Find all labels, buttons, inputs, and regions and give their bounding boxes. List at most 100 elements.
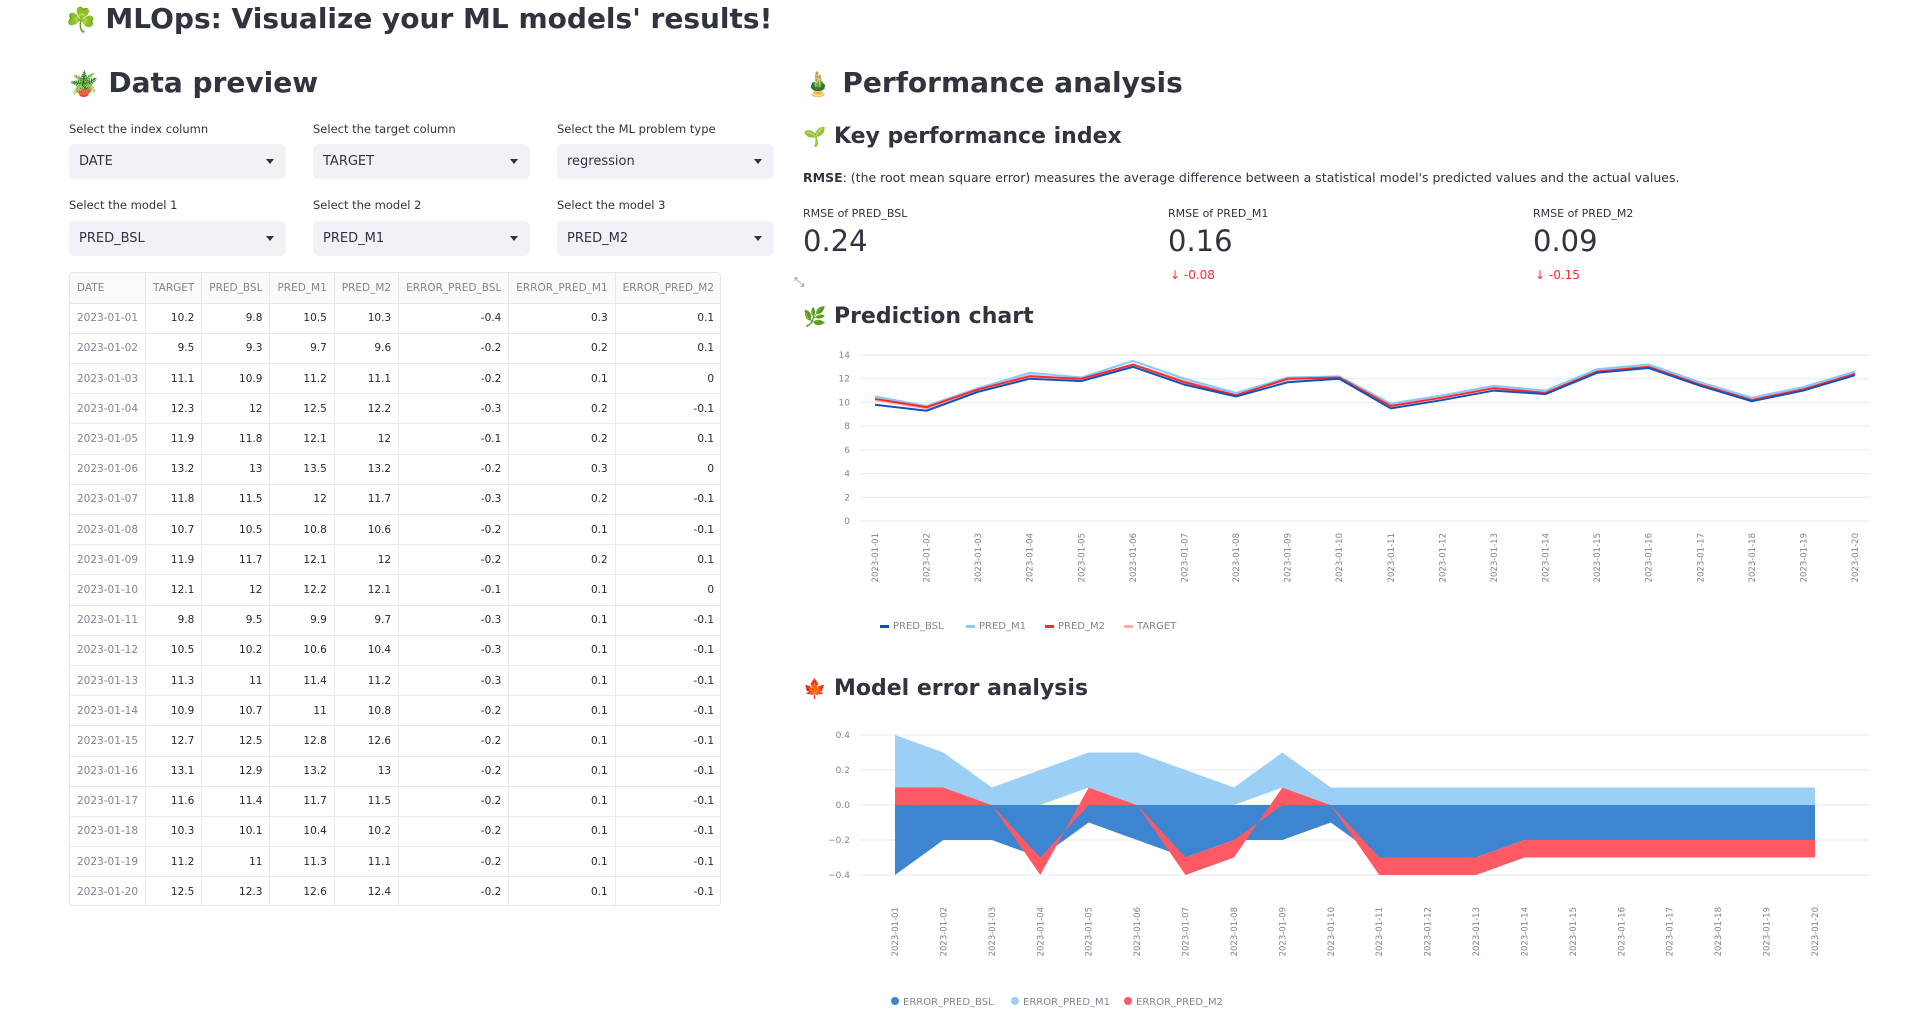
model-2-select[interactable]: PRED_M1 — [313, 221, 530, 256]
legend-label: ERROR_PRED_BSL — [903, 997, 994, 1008]
data-preview-heading-text: Data preview — [108, 66, 319, 99]
table-cell: 13.2 — [145, 454, 203, 485]
x-tick-label: 2023-01-03 — [974, 533, 984, 582]
table-cell: 12 — [201, 574, 271, 606]
table-cell: 13 — [201, 454, 271, 485]
table-cell: 10.7 — [145, 514, 203, 546]
row-index-cell: 2023-01-11 — [70, 605, 147, 636]
performance-heading-text: Performance analysis — [842, 66, 1183, 99]
table-body: 2023-01-01 10.2 9.8 10.5 10.3 -0.4 0.3 0.1 2023-… — [70, 303, 720, 905]
performance-heading: 🎍 Performance analysis — [803, 66, 1183, 99]
y-tick-label: 0.2 — [836, 766, 850, 776]
row-index-cell: 2023-01-08 — [70, 514, 147, 546]
y-tick-label: 2 — [844, 493, 850, 503]
model-1-select[interactable]: PRED_BSL — [69, 221, 286, 256]
table-cell: 12.5 — [269, 393, 335, 425]
x-tick-label: 2023-01-18 — [1714, 907, 1724, 956]
row-index-cell: 2023-01-10 — [70, 574, 147, 606]
problem-type-value: regression — [567, 154, 635, 169]
table-cell: -0.1 — [398, 423, 510, 455]
column-header[interactable]: DATE — [70, 273, 147, 304]
target-column-select[interactable]: TARGET — [313, 144, 530, 179]
table-cell: -0.1 — [615, 484, 720, 516]
arrow-down-icon: ↓ — [1170, 268, 1181, 282]
metric-label-bsl: RMSE of PRED_BSL — [803, 207, 908, 220]
x-tick-label: 2023-01-15 — [1593, 533, 1603, 582]
kpi-desc-text: : (the root mean square error) measures … — [842, 170, 1680, 185]
table-cell: 11.2 — [145, 846, 203, 878]
data-table[interactable]: DATE TARGET PRED_BSL PRED_M1 PRED_M2 ERROR_PR… — [69, 272, 721, 906]
column-header[interactable]: PRED_M1 — [269, 273, 335, 304]
table-cell: -0.3 — [398, 605, 510, 636]
table-cell: 0 — [615, 363, 720, 395]
x-tick-label: 2023-01-03 — [988, 907, 998, 956]
x-tick-label: 2023-01-09 — [1278, 907, 1288, 956]
x-tick-label: 2023-01-15 — [1569, 907, 1579, 956]
table-cell: 11 — [201, 846, 271, 878]
expand-icon[interactable]: ⤡ — [794, 275, 804, 290]
prediction-chart[interactable]: 0 2 4 6 8 10 12 14 2023-01-01 2023-01-02 2023-01-0… — [790, 345, 1890, 645]
table-cell: 11.8 — [201, 423, 271, 455]
table-cell: -0.1 — [615, 725, 720, 757]
row-index-cell: 2023-01-05 — [70, 423, 147, 455]
table-cell: 11.7 — [201, 544, 271, 576]
table-cell: 0.1 — [508, 514, 616, 546]
legend-label: ERROR_PRED_M1 — [1023, 997, 1110, 1008]
column-header[interactable]: ERROR_PRED_BSL — [398, 273, 510, 304]
legend-dot — [891, 997, 899, 1005]
legend-swatch — [1045, 625, 1054, 628]
table-cell: 11.5 — [334, 786, 400, 817]
table-cell: 11.4 — [269, 665, 335, 697]
column-header[interactable]: TARGET — [145, 273, 203, 304]
table-cell: 11.5 — [201, 484, 271, 516]
maple-leaf-icon: 🍁 — [803, 679, 827, 700]
problem-type-select[interactable]: regression — [557, 144, 774, 179]
table-row: 2023-01-10 12.1 12 12.2 12.1 -0.1 0.1 0 — [70, 574, 720, 606]
table-row: 2023-01-13 11.3 11 11.4 11.2 -0.3 0.1 -0.1 — [70, 665, 720, 697]
table-cell: 10.2 — [334, 816, 400, 848]
table-cell: -0.3 — [398, 635, 510, 666]
table-cell: 11.1 — [334, 846, 400, 878]
table-cell: 10.2 — [145, 303, 203, 334]
table-cell: 0.2 — [508, 484, 616, 516]
table-cell: 11.7 — [269, 786, 335, 817]
data-preview-heading: 🪴 Data preview — [69, 66, 318, 99]
column-header[interactable]: PRED_M2 — [334, 273, 400, 304]
table-cell: 12.5 — [201, 725, 271, 757]
metric-label-m1: RMSE of PRED_M1 — [1168, 207, 1269, 220]
table-cell: 0.1 — [508, 756, 616, 787]
column-header[interactable]: PRED_BSL — [201, 273, 271, 304]
y-tick-label: 0 — [844, 517, 850, 527]
chevron-down-icon — [266, 236, 274, 241]
table-cell: 10.6 — [269, 635, 335, 666]
table-cell: 10.3 — [334, 303, 400, 334]
row-index-cell: 2023-01-06 — [70, 454, 147, 485]
shamrock-icon: ☘️ — [66, 6, 96, 34]
table-cell: -0.2 — [398, 333, 510, 365]
table-cell: -0.1 — [615, 695, 720, 727]
table-cell: 0.1 — [508, 725, 616, 757]
table-cell: 11.1 — [334, 363, 400, 395]
row-index-cell: 2023-01-14 — [70, 695, 147, 727]
seedling-icon: 🌱 — [803, 127, 827, 148]
index-column-select[interactable]: DATE — [69, 144, 286, 179]
model-3-select[interactable]: PRED_M2 — [557, 221, 774, 256]
x-tick-label: 2023-01-20 — [1811, 907, 1821, 956]
column-header[interactable]: ERROR_PRED_M2 — [615, 273, 720, 304]
table-cell: 11 — [201, 665, 271, 697]
x-tick-label: 2023-01-06 — [1133, 907, 1143, 956]
x-tick-label: 2023-01-17 — [1696, 533, 1706, 582]
error-chart[interactable]: −0.4 −0.2 0.0 0.2 0.4 2023-01-01 2023-01-02 202… — [790, 725, 1890, 1015]
table-row: 2023-01-14 10.9 10.7 11 10.8 -0.2 0.1 -0.1 — [70, 695, 720, 727]
y-tick-label: 8 — [844, 422, 850, 432]
y-tick-label: 6 — [844, 446, 850, 456]
legend-label: PRED_M1 — [979, 621, 1026, 632]
column-header[interactable]: ERROR_PRED_M1 — [508, 273, 616, 304]
table-cell: 0.1 — [508, 605, 616, 636]
legend-dot — [1011, 997, 1019, 1005]
arrow-down-icon: ↓ — [1535, 268, 1546, 282]
table-row: 2023-01-06 13.2 13 13.5 13.2 -0.2 0.3 0 — [70, 454, 720, 485]
table-cell: 9.5 — [145, 333, 203, 365]
x-tick-label: 2023-01-11 — [1375, 907, 1385, 956]
table-cell: 11.4 — [201, 786, 271, 817]
